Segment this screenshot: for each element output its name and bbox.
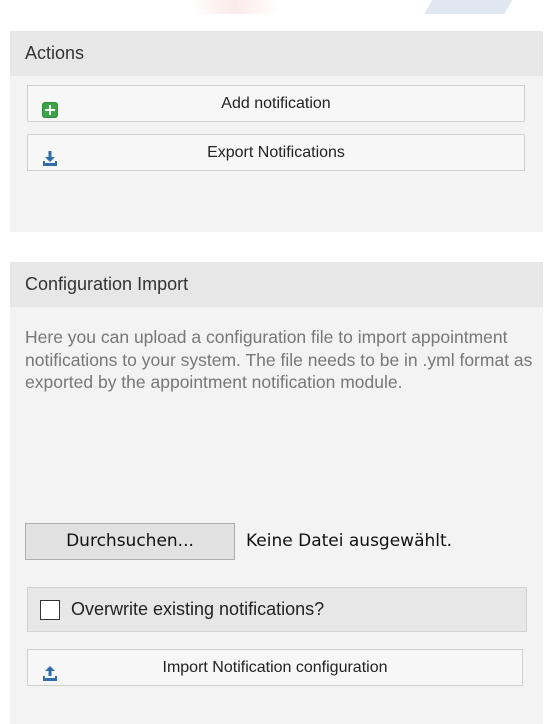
configuration-import-widget: Configuration Import Here you can upload… — [10, 262, 543, 724]
import-button-label: Import Notification configuration — [162, 659, 388, 676]
export-notifications-button[interactable]: Export Notifications — [27, 134, 525, 171]
file-input: Durchsuchen... Keine Datei ausgewählt. — [25, 521, 452, 561]
import-description: Here you can upload a configuration file… — [25, 327, 533, 392]
plus-square-icon — [42, 96, 58, 118]
upload-icon — [42, 660, 58, 681]
actions-header: Actions — [10, 31, 543, 76]
actions-widget: Actions Add notification Export Notifica… — [10, 31, 543, 232]
download-icon — [42, 145, 58, 166]
add-notification-label: Add notification — [221, 95, 331, 112]
overwrite-label: Overwrite existing notifications? — [71, 599, 325, 619]
export-notifications-label: Export Notifications — [207, 144, 345, 161]
decoration-accent-blue — [424, 0, 516, 14]
overwrite-option[interactable]: Overwrite existing notifications? — [27, 587, 527, 632]
import-notification-configuration-button[interactable]: Import Notification configuration — [27, 649, 523, 686]
top-decoration — [0, 0, 545, 14]
decoration-accent-red — [190, 0, 280, 14]
browse-button[interactable]: Durchsuchen... — [25, 522, 235, 560]
actions-body: Add notification Export Notifications — [10, 76, 543, 171]
add-notification-button[interactable]: Add notification — [27, 85, 525, 122]
file-status-text: Keine Datei ausgewählt. — [246, 531, 453, 551]
overwrite-checkbox[interactable] — [40, 599, 60, 620]
page: Actions Add notification Export Notifica… — [0, 0, 545, 724]
configuration-import-header: Configuration Import — [10, 262, 543, 307]
